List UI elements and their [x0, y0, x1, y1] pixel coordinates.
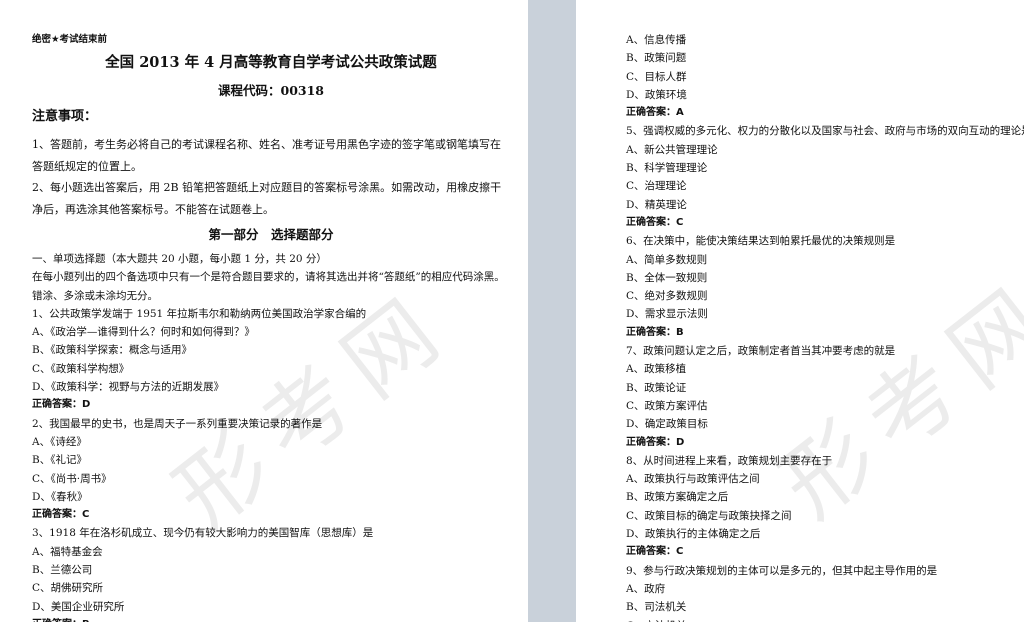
exam-title: 全国 2013 年 4 月高等教育自学考试公共政策试题: [105, 54, 437, 71]
question-line: D、需求显示法则: [626, 308, 708, 321]
question-line: 5、强调权威的多元化、权力的分散化以及国家与社会、政府与市场的双向互动的理论是: [626, 125, 1024, 138]
document-page-left: 形考网 绝密★考试结束前 全国 2013 年 4 月高等教育自学考试公共政策试题…: [0, 0, 528, 622]
answer-line: 正确答案：B: [32, 616, 510, 622]
question-line: C、绝对多数规则: [626, 290, 708, 303]
instructions-line: 错涂、多涂或未涂均无分。: [32, 289, 158, 302]
instructions-line: 在每小题列出的四个备选项中只有一个是符合题目要求的，请将其选出并将“答题纸”的相…: [32, 271, 505, 284]
question-line: 6、在决策中，能使决策结果达到帕累托最优的决策规则是: [626, 235, 896, 248]
question-line: 7、政策问题认定之后，政策制定者首当其冲要考虑的就是: [626, 345, 896, 358]
question-line: A、简单多数规则: [626, 253, 708, 266]
secret-label: 绝密★考试结束前: [32, 34, 108, 45]
answer-line: 正确答案：C: [32, 509, 90, 521]
question-line: C、《政策科学构想》: [32, 362, 130, 375]
question-line: 3、1918 年在洛杉矶成立、现今仍有较大影响力的美国智库（思想库）是: [32, 527, 374, 540]
question-line: D、美国企业研究所: [32, 600, 125, 613]
answer-line: 正确答案：B: [626, 326, 684, 338]
question-line: B、司法机关: [626, 601, 687, 614]
question-list: A、信息传播 B、政策问题 C、目标人群 D、政策环境 正确答案：A 5、强调权威的多元化…: [626, 31, 1024, 622]
answer-line: 正确答案：C: [626, 216, 684, 228]
answer-line: 正确答案：C: [626, 546, 684, 558]
question-line: A、信息传播: [626, 34, 687, 46]
notice-title: 注意事项：: [32, 109, 98, 124]
question-line: A、新公共管理理论: [626, 143, 718, 156]
question-line: 2、我国最早的史书，也是周天子一系列重要决策记录的著作是: [32, 417, 323, 430]
question-line: A、《政治学—谁得到什么？何时和如何得到？》: [32, 326, 255, 339]
answer-line: 正确答案：D: [626, 436, 685, 448]
question-line: C、治理理论: [626, 180, 687, 193]
question-line: 1、公共政策学发端于 1951 年拉斯韦尔和勒纳两位美国政治学家合编的: [32, 307, 367, 320]
notice-item: 2、每小题选出答案后，用 2B 铅笔把答题纸上对应题目的答案标号涂黑。如需改动，…: [32, 181, 502, 216]
question-line: D、《春秋》: [32, 490, 88, 503]
question-line: B、《礼记》: [32, 454, 87, 467]
question-line: A、政府: [626, 582, 666, 595]
answer-line: 正确答案：D: [32, 399, 91, 411]
question-line: C、立法机关: [626, 617, 1016, 622]
question-line: B、科学管理理论: [626, 162, 708, 175]
answer-line: 正确答案：A: [626, 107, 684, 119]
course-code: 课程代码：00318: [218, 83, 324, 98]
question-line: B、政策方案确定之后: [626, 491, 729, 504]
section-title: 第一部分 选择题部分: [208, 227, 334, 242]
question-line: D、政策执行的主体确定之后: [626, 528, 761, 541]
question-line: 9、参与行政决策规划的主体可以是多元的，但其中起主导作用的是: [626, 564, 938, 577]
question-line: D、《政策科学：视野与方法的近期发展》: [32, 381, 225, 394]
question-line: C、政策方案评估: [626, 399, 708, 412]
question-line: B、政策论证: [626, 381, 687, 394]
document-page-right: 形考网 A、信息传播 B、政策问题 C、目标人群 D、政策环境 正确答案：A 5、强调权威…: [576, 0, 1024, 622]
question-line: A、政策执行与政策评估之间: [626, 473, 760, 486]
question-line: D、精英理论: [626, 198, 687, 211]
question-line: 8、从时间进程上来看，政策规划主要存在于: [626, 454, 833, 467]
notice-item: 1、答题前，考生务必将自己的考试课程名称、姓名、准考证号用黑色字迹的签字笔或钢笔…: [32, 138, 501, 173]
question-line: B、《政策科学探索：概念与适用》: [32, 344, 192, 357]
question-line: C、政策目标的确定与政策抉择之间: [626, 509, 792, 522]
question-line: C、目标人群: [626, 70, 687, 83]
question-line: A、《诗经》: [32, 435, 87, 448]
instructions-line: 一、单项选择题（本大题共 20 小题，每小题 1 分，共 20 分）: [32, 253, 327, 265]
question-list: 1、公共政策学发端于 1951 年拉斯韦尔和勒纳两位美国政治学家合编的 A、《政治…: [32, 305, 510, 622]
question-line: D、确定政策目标: [626, 418, 708, 431]
question-line: B、全体一致规则: [626, 271, 708, 284]
page-gutter: [528, 0, 576, 622]
question-line: A、政策移植: [626, 363, 687, 376]
question-line: D、政策环境: [626, 88, 687, 101]
question-line: C、胡佛研究所: [32, 582, 104, 595]
question-line: B、政策问题: [626, 52, 687, 65]
question-line: B、兰德公司: [32, 564, 93, 577]
question-line: C、《尚书·周书》: [32, 472, 112, 485]
question-line: A、福特基金会: [32, 545, 103, 558]
